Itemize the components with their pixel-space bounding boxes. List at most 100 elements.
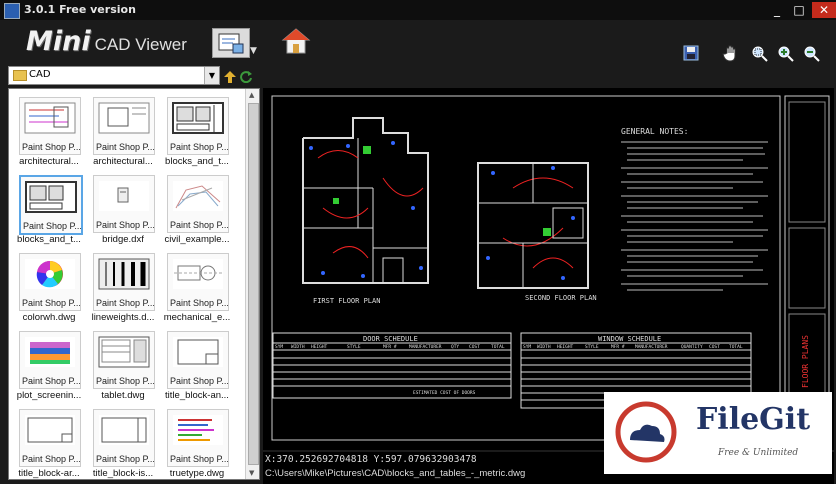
svg-text:MANUFACTURER: MANUFACTURER — [409, 344, 442, 350]
scrollbar-thumb[interactable] — [248, 103, 259, 465]
drawing-preview-icon — [99, 415, 149, 445]
close-button[interactable]: ✕ — [812, 2, 836, 18]
file-item[interactable]: Paint Shop P... title_block-is... — [87, 409, 159, 479]
svg-text:SYM: SYM — [523, 344, 531, 350]
scroll-up-icon[interactable]: ▲ — [249, 91, 254, 99]
file-thumbnail[interactable]: Paint Shop P... — [19, 409, 81, 467]
file-item[interactable]: Paint Shop P... plot_screenin... — [13, 331, 85, 407]
file-thumbnail[interactable]: Paint Shop P... — [167, 253, 229, 311]
svg-text:QUANTITY: QUANTITY — [681, 344, 703, 350]
cursor-coordinates: X:370.252692704818 Y:597.079632903478 — [265, 454, 477, 465]
file-thumbnail[interactable]: Paint Shop P... — [19, 175, 83, 235]
minimize-button[interactable]: _ — [766, 2, 788, 18]
file-thumbnail[interactable]: Paint Shop P... — [167, 409, 229, 467]
open-file-button[interactable] — [212, 28, 250, 58]
file-thumbnail[interactable]: Paint Shop P... — [19, 97, 81, 155]
file-thumbnail[interactable]: Paint Shop P... — [167, 175, 229, 233]
svg-text:WIDTH: WIDTH — [291, 344, 305, 350]
zoom-out-icon — [804, 46, 820, 62]
file-name: title_block-ar... — [18, 468, 80, 479]
file-item[interactable]: Paint Shop P... lineweights.d... — [87, 253, 159, 329]
door-footer: ESTIMATED COST OF DOORS — [413, 390, 476, 396]
file-thumbnail[interactable]: Paint Shop P... — [93, 331, 155, 389]
app-logo: Mini CAD Viewer — [26, 26, 187, 57]
file-item[interactable]: Paint Shop P... tablet.dwg — [87, 331, 159, 407]
zoom-in-button[interactable] — [776, 44, 794, 62]
zoom-window-button[interactable] — [750, 44, 768, 62]
drawing-preview-icon — [173, 181, 223, 211]
color-wheel-icon — [25, 259, 75, 289]
file-item[interactable]: Paint Shop P... colorwh.dwg — [13, 253, 85, 329]
window-schedule-title: WINDOW SCHEDULE — [598, 335, 661, 343]
file-name: colorwh.dwg — [22, 312, 76, 323]
floor-plans-label: FLOOR PLANS — [801, 335, 810, 388]
file-thumbnail[interactable]: Paint Shop P... — [93, 97, 155, 155]
first-floor-plan — [302, 117, 429, 284]
svg-text:MFR #: MFR # — [383, 344, 397, 350]
drawing-preview-icon — [173, 337, 223, 367]
file-item[interactable]: Paint Shop P... architectural... — [13, 97, 85, 173]
thumbnail-label: Paint Shop P... — [96, 454, 155, 464]
file-name: mechanical_e... — [163, 312, 231, 323]
file-item[interactable]: Paint Shop P... blocks_and_t... — [161, 97, 233, 173]
open-file-icon — [218, 33, 244, 54]
file-thumbnail[interactable]: Paint Shop P... — [93, 175, 155, 233]
window-schedule-headers: SYM WIDTH HEIGHT STYLE MFR # MANUFACTURE… — [523, 344, 743, 350]
svg-text:WIDTH: WIDTH — [537, 344, 551, 350]
drawing-preview-icon — [172, 102, 224, 134]
chevron-down-icon[interactable]: ▼ — [204, 67, 219, 84]
svg-text:QTY: QTY — [451, 344, 459, 350]
chevron-down-icon[interactable]: ▼ — [250, 46, 257, 56]
file-path: C:\Users\Mike\Pictures\CAD\blocks_and_ta… — [265, 468, 526, 479]
folder-name: CAD — [29, 69, 51, 80]
file-thumbnail[interactable]: Paint Shop P... — [167, 331, 229, 389]
second-floor-plan — [477, 162, 589, 289]
file-name: architectural... — [93, 156, 153, 167]
file-item[interactable]: Paint Shop P... title_block-an... — [161, 331, 233, 407]
svg-text:MFR #: MFR # — [611, 344, 625, 350]
refresh-button[interactable] — [240, 68, 252, 84]
file-item-selected[interactable]: Paint Shop P... blocks_and_t... — [13, 175, 85, 251]
zoom-out-button[interactable] — [802, 44, 820, 62]
file-thumbnail[interactable]: Paint Shop P... — [93, 253, 155, 311]
second-floor-label: SECOND FLOOR PLAN — [525, 294, 597, 302]
title-bar: 3.0.1 Free version _ □ ✕ — [0, 0, 836, 20]
drawing-preview-icon — [98, 258, 150, 290]
file-item[interactable]: Paint Shop P... civil_example... — [161, 175, 233, 251]
thumbnail-label: Paint Shop P... — [96, 142, 155, 152]
pan-button[interactable] — [722, 44, 740, 62]
file-item[interactable]: Paint Shop P... title_block-ar... — [13, 409, 85, 479]
file-item[interactable]: Paint Shop P... mechanical_e... — [161, 253, 233, 329]
file-name: title_block-is... — [92, 468, 154, 479]
app-icon — [4, 3, 20, 19]
up-folder-button[interactable] — [224, 68, 236, 83]
thumbnail-label: Paint Shop P... — [170, 142, 229, 152]
general-notes-text — [621, 141, 768, 291]
door-schedule-headers: SYM WIDTH HEIGHT STYLE MFR # MANUFACTURE… — [275, 344, 505, 350]
home-button[interactable] — [281, 26, 311, 56]
save-button[interactable] — [682, 44, 700, 62]
file-thumbnail[interactable]: Paint Shop P... — [19, 253, 81, 311]
door-schedule-title: DOOR SCHEDULE — [363, 335, 418, 343]
thumbnail-label: Paint Shop P... — [22, 298, 81, 308]
file-thumbnail[interactable]: Paint Shop P... — [19, 331, 81, 389]
file-item[interactable]: Paint Shop P... bridge.dxf — [87, 175, 159, 251]
file-list-scrollbar[interactable]: ▲ ▼ — [245, 89, 259, 479]
maximize-button[interactable]: □ — [788, 2, 810, 18]
scroll-down-icon[interactable]: ▼ — [249, 469, 254, 477]
drawing-preview-icon — [25, 337, 75, 367]
logo-sub: CAD Viewer — [94, 35, 187, 54]
file-item[interactable]: Paint Shop P... truetype.dwg — [161, 409, 233, 479]
thumbnail-label: Paint Shop P... — [96, 220, 155, 230]
logo-main: Mini — [26, 26, 91, 57]
thumbnail-label: Paint Shop P... — [22, 142, 81, 152]
wiring-lines — [317, 150, 574, 269]
file-thumbnail[interactable]: Paint Shop P... — [93, 409, 155, 467]
file-item[interactable]: Paint Shop P... architectural... — [87, 97, 159, 173]
thumbnail-label: Paint Shop P... — [170, 298, 229, 308]
file-thumbnail[interactable]: Paint Shop P... — [167, 97, 229, 155]
file-name: title_block-an... — [165, 390, 229, 401]
drawing-preview-icon — [24, 102, 76, 134]
folder-select[interactable]: CAD ▼ — [8, 66, 220, 85]
fixture-symbols — [333, 146, 551, 236]
